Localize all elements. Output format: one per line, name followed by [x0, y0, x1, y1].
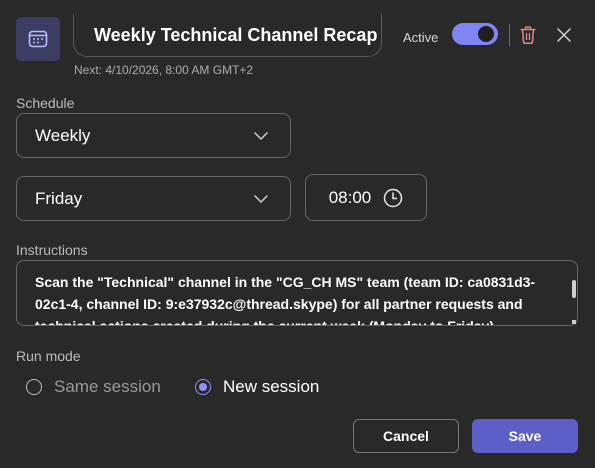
time-picker[interactable]: 08:00 — [305, 174, 427, 221]
chevron-down-icon — [254, 194, 268, 203]
radio-new-session[interactable]: New session — [195, 377, 319, 397]
trash-icon — [520, 26, 536, 45]
clock-icon — [384, 188, 403, 207]
cancel-button[interactable]: Cancel — [353, 419, 459, 453]
toggle-knob — [478, 26, 494, 42]
instructions-label: Instructions — [16, 242, 88, 258]
radio-button-selected[interactable] — [195, 379, 211, 395]
instructions-scrollbar[interactable] — [572, 280, 576, 298]
run-mode-label: Run mode — [16, 348, 81, 364]
chevron-down-icon — [254, 131, 268, 140]
close-button[interactable] — [553, 24, 575, 46]
active-toggle[interactable] — [452, 23, 498, 45]
instructions-textarea[interactable]: Scan the "Technical" channel in the "CG_… — [16, 260, 578, 326]
radio-same-session[interactable]: Same session — [26, 377, 161, 397]
next-run-text: Next: 4/10/2026, 8:00 AM GMT+2 — [74, 63, 254, 77]
calendar-icon — [28, 30, 48, 48]
instructions-text: Scan the "Technical" channel in the "CG_… — [35, 274, 536, 326]
delete-button[interactable] — [516, 24, 540, 46]
radio-label-same-session: Same session — [54, 377, 161, 396]
app-icon — [16, 17, 60, 61]
task-title: Weekly Technical Channel Recap — [94, 24, 378, 45]
active-label: Active — [403, 30, 439, 45]
task-title-input[interactable]: Weekly Technical Channel Recap — [73, 14, 382, 57]
scrollbar-end-marker — [572, 320, 576, 324]
close-icon — [557, 28, 571, 42]
time-value: 08:00 — [328, 187, 372, 207]
frequency-value: Weekly — [35, 125, 91, 145]
header-divider — [509, 24, 510, 46]
day-value: Friday — [35, 188, 83, 208]
schedule-label: Schedule — [16, 95, 75, 111]
radio-button-unselected[interactable] — [26, 379, 42, 395]
frequency-dropdown[interactable]: Weekly — [16, 113, 291, 158]
save-button[interactable]: Save — [472, 419, 578, 453]
radio-label-new-session: New session — [223, 377, 320, 396]
day-dropdown[interactable]: Friday — [16, 176, 291, 221]
